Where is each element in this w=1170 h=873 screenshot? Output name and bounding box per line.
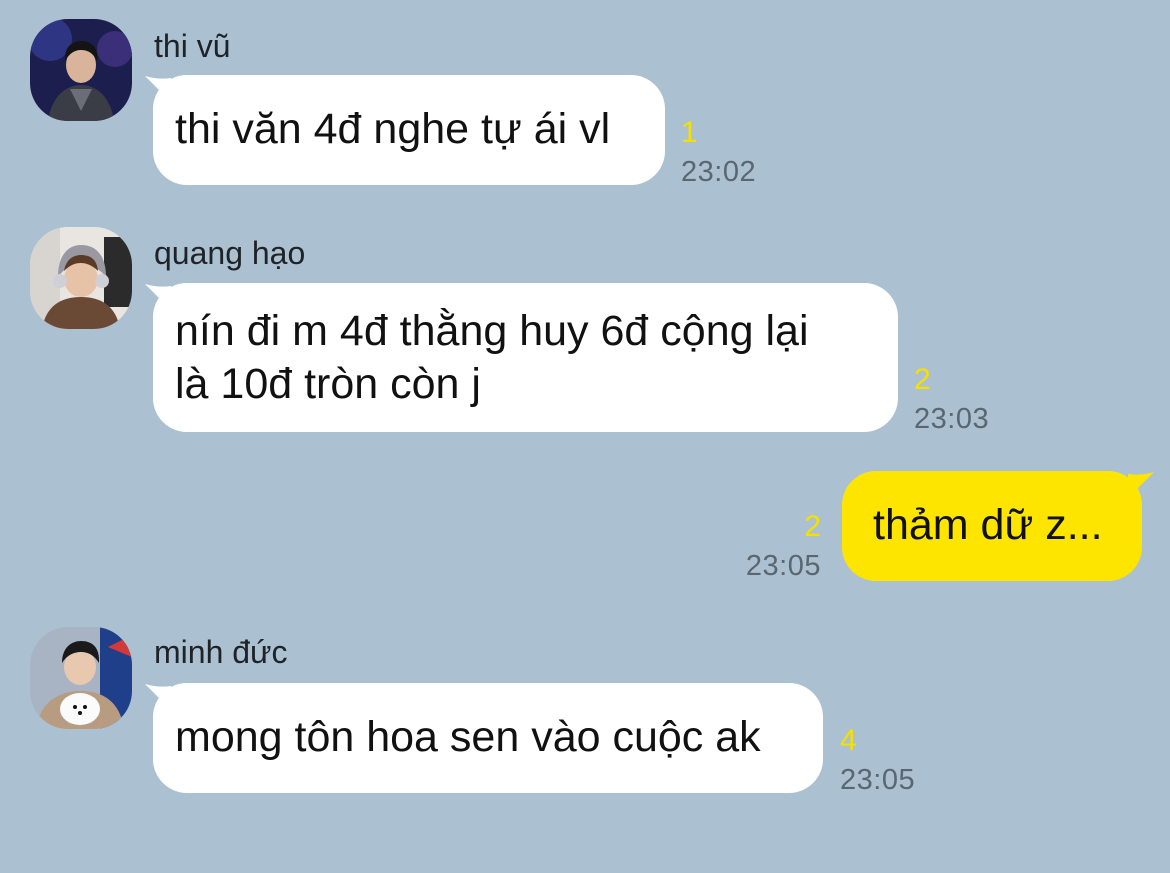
message-text: thi văn 4đ nghe tự ái vl — [175, 105, 611, 153]
message-time: 23:02 — [681, 156, 757, 188]
message-time: 23:05 — [745, 550, 821, 582]
avatar-thi-vu[interactable] — [30, 19, 132, 121]
message-bubble[interactable]: thi văn 4đ nghe tự ái vl — [153, 75, 665, 185]
message-text-line: là 10đ tròn còn j — [175, 360, 481, 408]
message-text-line: nín đi m 4đ thằng huy 6đ cộng lại — [175, 307, 809, 355]
sender-name: minh đức — [154, 634, 288, 670]
sender-name: thi vũ — [154, 28, 231, 64]
message-text: mong tôn hoa sen vào cuộc ak — [175, 713, 761, 761]
my-message-bubble[interactable]: thảm dữ z... — [842, 471, 1142, 581]
bubble-tail — [1126, 468, 1156, 498]
message-time: 23:03 — [914, 403, 990, 435]
message-time: 23:05 — [840, 764, 916, 796]
sender-name: quang hạo — [154, 235, 306, 271]
unread-count: 4 — [840, 724, 857, 757]
unread-count: 1 — [681, 116, 698, 149]
unread-count: 2 — [804, 510, 821, 543]
unread-count: 2 — [914, 363, 931, 396]
message-bubble[interactable]: mong tôn hoa sen vào cuộc ak — [153, 683, 823, 793]
avatar-quang-hao[interactable] — [30, 227, 132, 329]
avatar-minh-duc[interactable] — [30, 627, 132, 729]
message-text: thảm dữ z... — [873, 501, 1103, 549]
message-bubble[interactable]: nín đi m 4đ thằng huy 6đ cộng lại là 10đ… — [153, 283, 898, 432]
